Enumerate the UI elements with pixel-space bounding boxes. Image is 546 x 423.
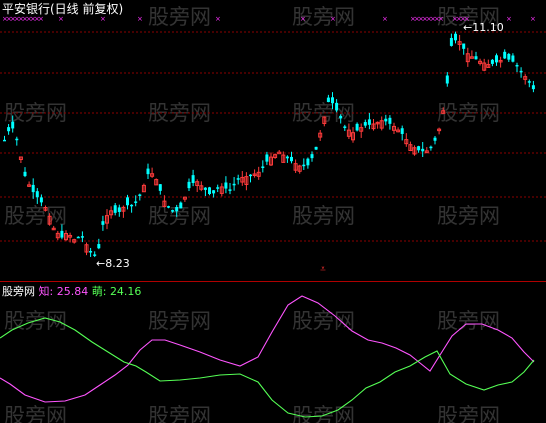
indicator-line-b (0, 317, 535, 418)
panel-divider (0, 281, 546, 282)
line-a-value: 25.84 (56, 285, 89, 298)
low-price-label: ←8.23 (96, 257, 130, 270)
stock-chart-window: 股旁网 股旁网 股旁网 股旁网 股旁网 股旁网 股旁网 股旁网 股旁网 股旁网 … (0, 0, 546, 423)
low-price-value: 8.23 (105, 257, 130, 270)
arrow-left-icon: ← (463, 21, 473, 34)
line-a-label: 知: (38, 285, 54, 298)
high-price-label: ←11.10 (463, 21, 504, 34)
line-b-value: 24.16 (109, 285, 142, 298)
line-b-label: 萌: (91, 285, 107, 298)
indicator-legend: 股旁网 知: 25.84 萌: 24.16 (2, 285, 141, 298)
indicator-chart[interactable] (0, 0, 546, 423)
indicator-line-a (0, 295, 535, 403)
signal-marker-icon: ⩡ (320, 264, 326, 275)
high-price-value: 11.10 (472, 21, 504, 34)
indicator-name: 股旁网 (2, 285, 35, 298)
arrow-left-icon: ← (96, 257, 106, 270)
window-title: 平安银行(日线 前复权) (2, 2, 124, 16)
